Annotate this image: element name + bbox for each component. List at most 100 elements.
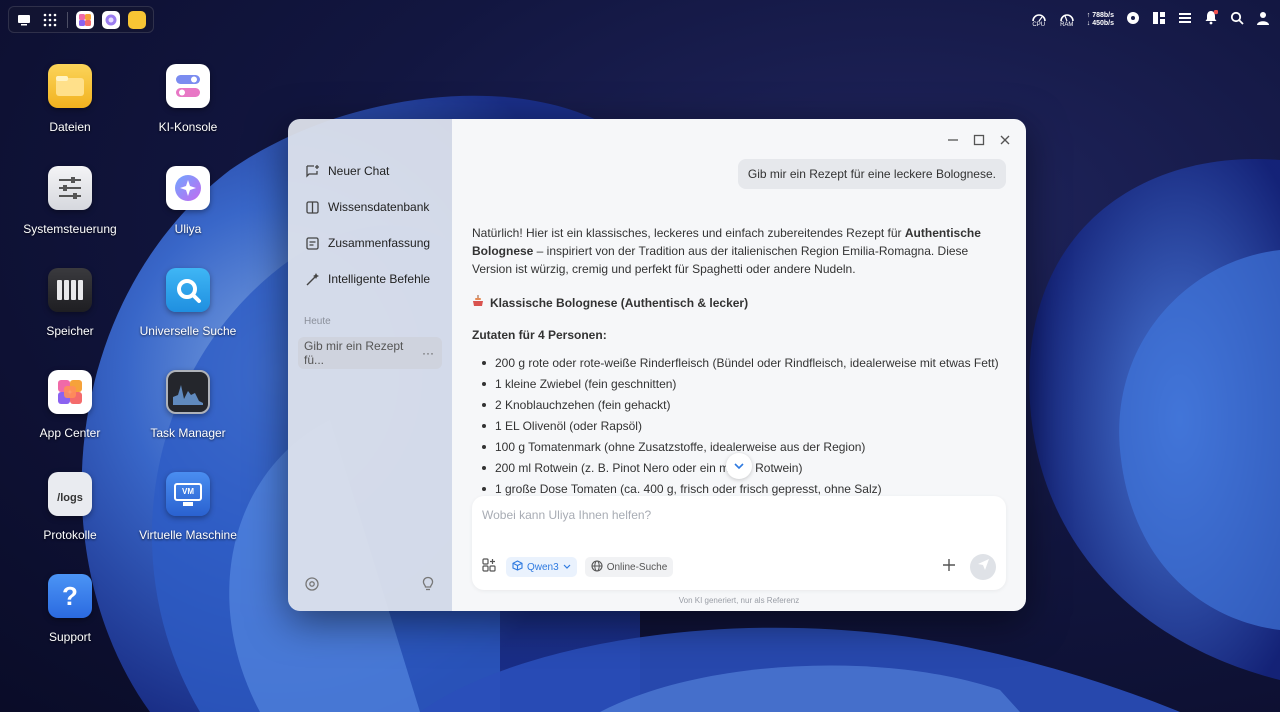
chevron-down-icon: [734, 457, 744, 475]
desktop-icon-label: Support: [48, 630, 92, 644]
question-icon: ?: [48, 574, 92, 618]
taskbar-right: CPU RAM ↑ 788b/s ↓ 450b/s: [1031, 8, 1270, 32]
book-icon: [304, 199, 320, 215]
settings-icon[interactable]: [304, 576, 320, 597]
chat-sidebar: Neuer Chat Wissensdatenbank Zusammenfass…: [288, 119, 452, 611]
model-selector[interactable]: Qwen3: [506, 557, 577, 577]
model-label: Qwen3: [527, 561, 559, 573]
folder-icon: [48, 64, 92, 108]
ram-label: RAM: [1060, 21, 1074, 28]
desktop-icon-label: Dateien: [49, 120, 91, 134]
net-download: ↓ 450b/s: [1086, 20, 1114, 27]
add-attachment-icon[interactable]: [942, 558, 956, 577]
desktop-icon-uliya[interactable]: Uliya: [128, 166, 248, 236]
desktop-icon-label: Universelle Suche: [139, 324, 237, 338]
desktop-icon-label: Systemsteuerung: [23, 222, 117, 236]
send-button[interactable]: [970, 554, 996, 580]
list-item: 200 g rote oder rote-weiße Rinderfleisch…: [480, 354, 1006, 375]
desktop-icon-universelle-suche[interactable]: Universelle Suche: [128, 268, 248, 338]
magic-wand-icon: [304, 271, 320, 287]
desktop-icon-speicher[interactable]: Speicher: [10, 268, 130, 338]
ingredients-title: Zutaten für 4 Personen:: [472, 328, 607, 342]
notification-bell-icon[interactable]: [1204, 9, 1219, 30]
desktop-icon-ki-konsole[interactable]: KI-Konsole: [128, 64, 248, 134]
storage-icon: [48, 268, 92, 312]
search-icon: [166, 268, 210, 312]
history-section-title: Heute: [304, 316, 331, 327]
more-options-icon[interactable]: ···: [422, 346, 434, 360]
history-item[interactable]: Gib mir ein Rezept fü... ···: [298, 337, 442, 369]
show-desktop-icon[interactable]: [15, 11, 33, 29]
files-taskbar-icon[interactable]: [128, 10, 146, 29]
desktop-icon-app-center[interactable]: App Center: [10, 370, 130, 440]
recipe-heading-text: Klassische Bolognese (Authentisch & leck…: [490, 296, 749, 310]
user-account-icon[interactable]: [1256, 11, 1270, 30]
scroll-to-bottom-button[interactable]: [726, 453, 752, 479]
desktop-icon-dateien[interactable]: Dateien: [10, 64, 130, 134]
minimize-icon[interactable]: [946, 133, 960, 147]
sidebar-item-summary[interactable]: Zusammenfassung: [288, 225, 452, 261]
chat-main: Gib mir ein Rezept für eine leckere Bolo…: [452, 119, 1026, 611]
message-input[interactable]: [482, 508, 982, 522]
ai-disclaimer: Von KI generiert, nur als Referenz: [678, 596, 800, 605]
list-item: 1 EL Olivenöl (oder Rapsöl): [480, 417, 1006, 438]
composer-toolbar: Qwen3 Online-Suche: [482, 554, 996, 580]
user-message-bubble: Gib mir ein Rezept für eine leckere Bolo…: [737, 159, 1006, 189]
cpu-gauge[interactable]: CPU: [1031, 12, 1047, 29]
activity-chart-icon: [166, 370, 210, 414]
desktop-icon-support[interactable]: ? Support: [10, 574, 130, 644]
online-search-toggle[interactable]: Online-Suche: [584, 557, 674, 577]
history-item-label: Gib mir ein Rezept fü...: [304, 339, 404, 367]
network-speed[interactable]: ↑ 788b/s ↓ 450b/s: [1087, 12, 1114, 28]
sidebar-item-smart-commands[interactable]: Intelligente Befehle: [288, 261, 452, 297]
desktop-icon-protokolle[interactable]: /logs Protokolle: [10, 472, 130, 542]
answer-intro-text: Natürlich! Hier ist ein klassisches, lec…: [472, 226, 905, 240]
sidebar-footer: [304, 576, 436, 597]
list-item: 2 Knoblauchzehen (fein gehackt): [480, 396, 1006, 417]
desktop-icon-virtuelle-maschine[interactable]: VM Virtuelle Maschine: [128, 472, 248, 542]
maximize-icon[interactable]: [972, 133, 986, 147]
desktop-icon-label: Speicher: [46, 324, 94, 338]
ram-gauge[interactable]: RAM: [1059, 12, 1075, 29]
lightbulb-icon[interactable]: [420, 576, 436, 597]
tools-icon[interactable]: [482, 557, 496, 577]
app-grid-icon[interactable]: [41, 11, 59, 29]
answer-intro-text-2: – inspiriert von der Tradition aus der i…: [472, 244, 969, 276]
toggle-console-icon: [166, 64, 210, 108]
widgets-icon[interactable]: [1152, 11, 1166, 30]
uliya-chat-window: Neuer Chat Wissensdatenbank Zusammenfass…: [288, 119, 1026, 611]
vm-monitor-icon: VM: [166, 472, 210, 516]
window-controls: [946, 133, 1012, 147]
task-list-icon[interactable]: [1178, 11, 1192, 30]
uliya-taskbar-icon[interactable]: [102, 10, 120, 29]
media-disc-icon[interactable]: [1126, 11, 1140, 30]
desktop-icon-label: Task Manager: [150, 426, 226, 440]
taskbar-separator: [67, 11, 68, 28]
sidebar-item-label: Zusammenfassung: [328, 236, 431, 250]
net-upload: ↑ 788b/s: [1086, 12, 1114, 19]
cube-icon: [512, 560, 523, 574]
recipe-heading: Klassische Bolognese (Authentisch & leck…: [472, 294, 1006, 312]
desktop-icon-systemsteuerung[interactable]: Systemsteuerung: [10, 166, 130, 236]
online-search-label: Online-Suche: [606, 561, 668, 573]
desktop-icon-label: Uliya: [174, 222, 202, 236]
sidebar-item-label: Neuer Chat: [328, 164, 390, 178]
answer-intro: Natürlich! Hier ist ein klassisches, lec…: [472, 224, 1006, 278]
app-center-taskbar-icon[interactable]: [76, 10, 94, 29]
pot-icon: [472, 294, 484, 312]
logs-icon-text: /logs: [57, 492, 83, 504]
sidebar-item-knowledge-base[interactable]: Wissensdatenbank: [288, 189, 452, 225]
summary-icon: [304, 235, 320, 251]
sidebar-item-new-chat[interactable]: Neuer Chat: [288, 153, 452, 189]
vm-icon-text: VM: [182, 487, 194, 496]
search-icon[interactable]: [1230, 11, 1244, 30]
desktop-icon-label: Protokolle: [43, 528, 97, 542]
globe-icon: [591, 559, 603, 575]
logs-icon: /logs: [48, 472, 92, 516]
desktop-icon-task-manager[interactable]: Task Manager: [128, 370, 248, 440]
ai-star-icon: [166, 166, 210, 210]
sliders-icon: [48, 166, 92, 210]
app-center-icon: [48, 370, 92, 414]
desktop-icon-label: App Center: [39, 426, 101, 440]
close-icon[interactable]: [998, 133, 1012, 147]
